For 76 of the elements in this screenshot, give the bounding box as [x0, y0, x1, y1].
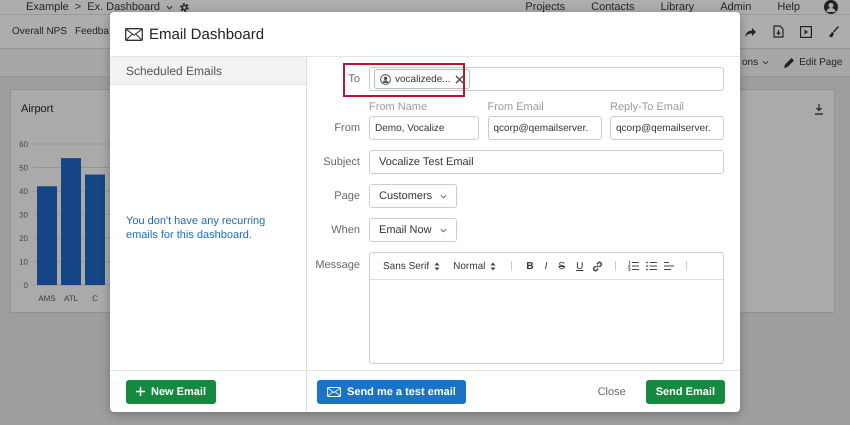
subject-field[interactable]: Vocalize Test Email: [369, 150, 724, 174]
nav-link[interactable]: Admin: [720, 1, 752, 13]
file-download-icon: [773, 25, 784, 38]
form-label: Page: [333, 190, 360, 202]
caret-icon: [762, 60, 770, 65]
bullet-list-icon: [646, 261, 658, 271]
breadcrumb-link[interactable]: Ex. Dashboard: [87, 1, 160, 13]
sort-arrows-icon: [434, 262, 440, 270]
empty-message: You don't have any recurring emails for this dashboard.: [126, 214, 266, 242]
input-field[interactable]: qcorp@qemailserver.: [488, 116, 602, 140]
axis-category-label: C: [92, 294, 98, 303]
brush-icon: [828, 26, 840, 38]
options-menu[interactable]: ons: [742, 57, 758, 68]
new-email-button[interactable]: New Email: [126, 380, 216, 404]
axis-tick-label: 60: [19, 140, 28, 149]
envelope-icon: [125, 28, 143, 40]
recipient-chip[interactable]: vocalizede...: [374, 69, 470, 89]
send-email-button[interactable]: Send Email: [646, 380, 725, 404]
nav-link[interactable]: Help: [777, 1, 800, 13]
message-editor[interactable]: Sans Serif Normal B I S U: [369, 252, 724, 364]
test-email-button[interactable]: Send me a test email: [317, 380, 466, 404]
edit-page-link[interactable]: Edit Page: [799, 57, 842, 68]
envelope-icon: [327, 386, 341, 396]
size-dropdown[interactable]: Normal: [450, 260, 500, 272]
gear-icon: [179, 2, 190, 12]
input-field[interactable]: Demo, Vocalize: [369, 116, 479, 140]
axis-tick-label: 40: [19, 187, 28, 196]
field-label: From Email: [488, 101, 545, 114]
nav-link[interactable]: Contacts: [591, 1, 635, 13]
nav-link[interactable]: Library: [660, 1, 694, 13]
recipients-field[interactable]: vocalizede...: [369, 67, 724, 91]
form-label: Message: [314, 259, 360, 271]
play-icon: [800, 26, 812, 38]
breadcrumb-separator: >: [74, 1, 82, 13]
page-tab[interactable]: Feedba: [75, 26, 109, 37]
download-icon: [814, 104, 824, 114]
page-tab[interactable]: Overall NPS: [12, 26, 68, 37]
share-icon: [744, 26, 757, 38]
format-button[interactable]: I: [542, 260, 550, 272]
caret-icon: [440, 228, 447, 232]
sort-arrows-icon: [490, 262, 496, 270]
field-label: Reply-To Email: [610, 101, 685, 114]
form-label: From: [333, 122, 360, 134]
widget-title: Airport: [21, 103, 54, 115]
axis-tick-label: 30: [19, 210, 28, 220]
format-button[interactable]: B: [524, 260, 536, 272]
input-field[interactable]: qcorp@qemailserver.: [610, 116, 724, 140]
axis-category-label: ATL: [64, 294, 78, 303]
when-dropdown[interactable]: Email Now: [369, 218, 457, 242]
axis-tick-label: 0: [24, 281, 28, 290]
caret-icon: [440, 194, 448, 198]
modal-title: Email Dashboard: [149, 26, 264, 42]
form-label: Subject: [322, 156, 360, 168]
form-label: When: [330, 224, 360, 236]
format-button[interactable]: S: [556, 260, 568, 272]
plus-icon: [136, 387, 145, 396]
breadcrumb-link[interactable]: Example: [26, 1, 69, 13]
sidebar-header: Scheduled Emails: [110, 57, 306, 85]
form-label: To: [347, 73, 360, 85]
font-dropdown[interactable]: Sans Serif: [380, 260, 444, 272]
caret-icon: [166, 4, 173, 10]
axis-tick-label: 10: [19, 258, 28, 266]
link-icon: [592, 260, 604, 272]
user-icon: [380, 74, 391, 84]
field-label: From Name: [369, 101, 428, 114]
axis-tick-label: 50: [19, 164, 28, 172]
format-button[interactable]: U: [574, 260, 586, 272]
numbered-list-icon: [628, 261, 640, 271]
close-icon: [454, 74, 464, 84]
page-dropdown[interactable]: Customers: [369, 184, 458, 208]
nav-link[interactable]: Projects: [525, 1, 566, 13]
align-left-icon: [664, 261, 674, 271]
close-button[interactable]: Close: [592, 384, 632, 398]
axis-tick-label: 20: [19, 234, 28, 243]
axis-category-label: AMS: [38, 294, 56, 303]
pencil-icon: [783, 56, 796, 68]
